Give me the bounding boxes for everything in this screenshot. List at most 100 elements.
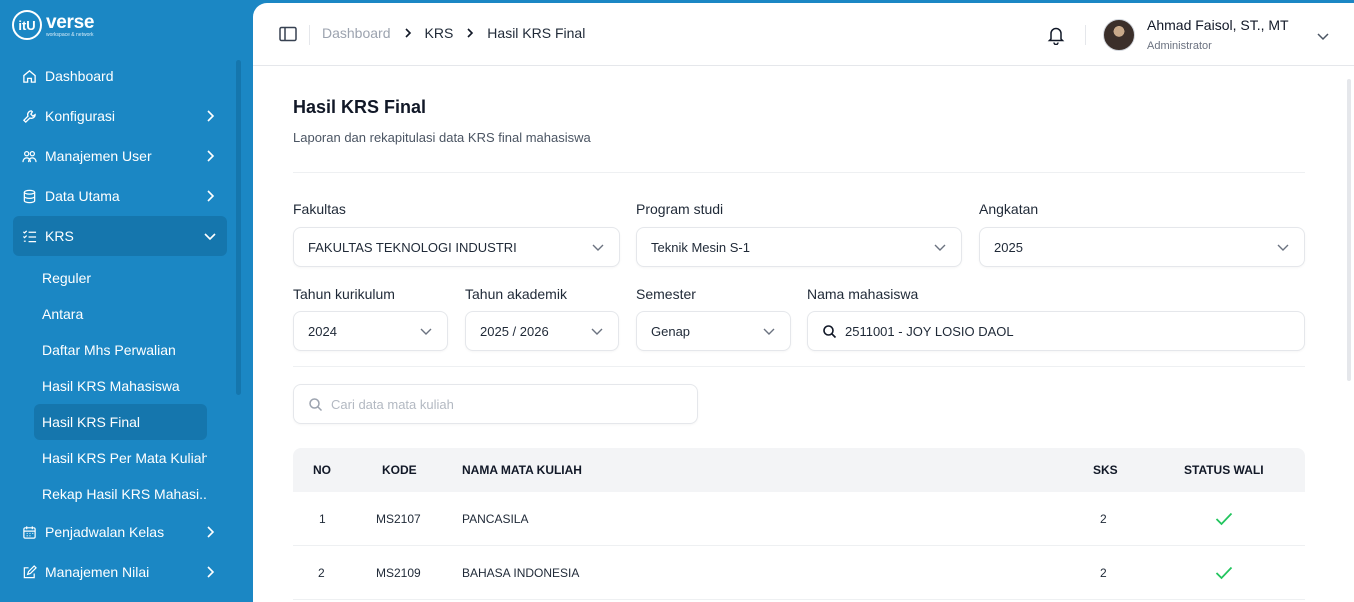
page-subtitle: Laporan dan rekapitulasi data KRS final … [293, 130, 591, 145]
main-scrollbar[interactable] [1347, 79, 1351, 381]
breadcrumb-krs[interactable]: KRS [425, 25, 454, 41]
bell-icon[interactable] [1047, 25, 1065, 46]
sidebar-subitem-antara[interactable]: Antara [34, 296, 207, 332]
fakultas-select[interactable]: FAKULTAS TEKNOLOGI INDUSTRI [293, 227, 620, 267]
sidebar-toggle-icon[interactable] [279, 26, 297, 42]
sidebar-item-label: Manajemen User [45, 148, 152, 164]
user-name: Ahmad Faisol, ST., MT [1147, 17, 1289, 33]
row-kode: MS2107 [376, 511, 421, 526]
logo-tagline: workspace & network [46, 31, 94, 38]
wrench-icon [21, 108, 37, 124]
row-no: 1 [319, 511, 326, 526]
table-header: NO KODE NAMA MATA KULIAH SKS STATUS WALI [293, 448, 1305, 492]
col-kode: KODE [382, 463, 417, 477]
logo-word: verse [46, 11, 95, 33]
akademik-value: 2025 / 2026 [480, 323, 549, 339]
row-nama: PANCASILA [462, 511, 529, 526]
akademik-label: Tahun akademik [465, 286, 567, 302]
avatar[interactable] [1103, 19, 1135, 51]
fakultas-value: FAKULTAS TEKNOLOGI INDUSTRI [308, 239, 517, 255]
sidebar-item-label: Manajemen Nilai [45, 564, 150, 580]
chevron-right-icon [203, 565, 217, 579]
kurikulum-select[interactable]: 2024 [293, 311, 448, 351]
sidebar-nav: Dashboard Konfigurasi Manajemen User Dat… [13, 56, 227, 592]
sidebar-subitem-reguler[interactable]: Reguler [34, 260, 207, 296]
logo-mark: itU [12, 10, 42, 40]
mahasiswa-value: 2511001 - JOY LOSIO DAOL [845, 323, 1014, 339]
sidebar-item-dashboard[interactable]: Dashboard [13, 56, 227, 96]
krs-table: NO KODE NAMA MATA KULIAH SKS STATUS WALI… [293, 448, 1305, 600]
chevron-right-icon [403, 28, 413, 38]
table-row[interactable]: 2 MS2109 BAHASA INDONESIA 2 [293, 546, 1305, 600]
sidebar-item-label: Konfigurasi [45, 108, 116, 124]
course-search[interactable] [293, 384, 698, 424]
sidebar: itU verse workspace & network Dashboard … [0, 0, 253, 602]
prodi-label: Program studi [636, 201, 724, 217]
chevron-down-icon [203, 229, 217, 243]
mahasiswa-search-field[interactable]: 2511001 - JOY LOSIO DAOL [807, 311, 1305, 351]
sidebar-item-konfigurasi[interactable]: Konfigurasi [13, 96, 227, 136]
chevron-down-icon[interactable] [1316, 29, 1330, 43]
search-icon [822, 324, 837, 339]
angkatan-label: Angkatan [979, 201, 1039, 217]
sidebar-item-data-utama[interactable]: Data Utama [13, 176, 227, 216]
divider [293, 366, 1305, 367]
sidebar-item-label: Dashboard [45, 68, 114, 84]
sidebar-subitem-rekap-hasil-krs[interactable]: Rekap Hasil KRS Mahasi... [34, 476, 207, 512]
semester-value: Genap [651, 323, 691, 339]
row-sks: 2 [1100, 565, 1107, 580]
user-role: Administrator [1147, 40, 1212, 52]
kurikulum-value: 2024 [308, 323, 337, 339]
sidebar-item-krs[interactable]: KRS [13, 216, 227, 256]
calendar-icon [21, 524, 37, 540]
chevron-down-icon [591, 240, 605, 254]
sidebar-item-manajemen-nilai[interactable]: Manajemen Nilai [13, 552, 227, 592]
semester-label: Semester [636, 286, 696, 302]
page-title: Hasil KRS Final [293, 97, 427, 117]
brand-logo[interactable]: itU verse workspace & network [12, 10, 94, 40]
sidebar-subitem-hasil-krs-mahasiswa[interactable]: Hasil KRS Mahasiswa [34, 368, 207, 404]
list-check-icon [21, 228, 37, 244]
sidebar-item-manajemen-user[interactable]: Manajemen User [13, 136, 227, 176]
sidebar-subitem-daftar-mhs-perwalian[interactable]: Daftar Mhs Perwalian [34, 332, 207, 368]
chevron-right-icon [203, 109, 217, 123]
topbar-divider [309, 25, 310, 45]
akademik-select[interactable]: 2025 / 2026 [465, 311, 619, 351]
sidebar-item-penjadwalan-kelas[interactable]: Penjadwalan Kelas [13, 512, 227, 552]
topbar-divider [1085, 25, 1086, 45]
breadcrumb-dashboard[interactable]: Dashboard [322, 25, 391, 41]
angkatan-select[interactable]: 2025 [979, 227, 1305, 267]
kurikulum-label: Tahun kurikulum [293, 286, 395, 302]
chevron-right-icon [465, 28, 475, 38]
chevron-down-icon [1276, 240, 1290, 254]
main-panel: Dashboard KRS Hasil KRS Final Ahmad Fais… [253, 3, 1354, 602]
semester-select[interactable]: Genap [636, 311, 791, 351]
divider [293, 172, 1305, 173]
fakultas-label: Fakultas [293, 201, 346, 217]
row-kode: MS2109 [376, 565, 421, 580]
chevron-down-icon [590, 324, 604, 338]
home-icon [21, 68, 37, 84]
users-icon [21, 148, 37, 164]
col-status: STATUS WALI [1184, 463, 1264, 477]
topbar: Dashboard KRS Hasil KRS Final Ahmad Fais… [253, 3, 1354, 66]
krs-submenu: Reguler Antara Daftar Mhs Perwalian Hasi… [13, 256, 227, 512]
check-icon [1215, 566, 1233, 580]
sidebar-item-label: Penjadwalan Kelas [45, 524, 165, 540]
col-no: NO [313, 463, 331, 477]
mahasiswa-label: Nama mahasiswa [807, 286, 919, 302]
sidebar-item-label: KRS [45, 228, 74, 244]
table-row[interactable]: 1 MS2107 PANCASILA 2 [293, 492, 1305, 546]
edit-icon [21, 564, 37, 580]
row-no: 2 [318, 565, 325, 580]
sidebar-subitem-hasil-krs-final[interactable]: Hasil KRS Final [34, 404, 207, 440]
col-nama: NAMA MATA KULIAH [462, 463, 582, 477]
course-search-input[interactable] [331, 396, 671, 412]
sidebar-subitem-hasil-krs-per-mata-kuliah[interactable]: Hasil KRS Per Mata Kuliah [34, 440, 207, 476]
breadcrumb: Dashboard KRS Hasil KRS Final [322, 25, 585, 41]
chevron-right-icon [203, 189, 217, 203]
chevron-down-icon [933, 240, 947, 254]
prodi-select[interactable]: Teknik Mesin S-1 [636, 227, 962, 267]
chevron-down-icon [419, 324, 433, 338]
sidebar-scrollbar[interactable] [236, 60, 241, 395]
